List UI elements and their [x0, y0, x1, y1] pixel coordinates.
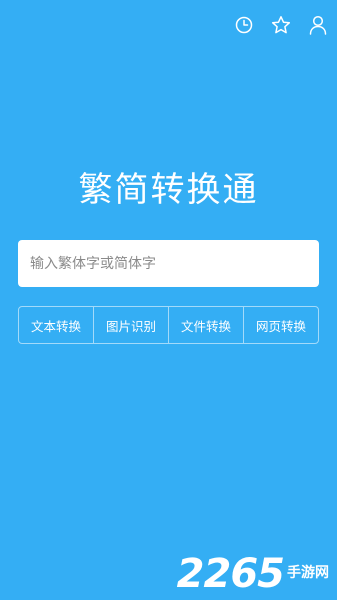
search-box[interactable]	[18, 240, 319, 287]
tab-text-conversion[interactable]: 文本转换	[19, 307, 94, 343]
tab-webpage-conversion[interactable]: 网页转换	[244, 307, 318, 343]
watermark-number: 2265	[176, 551, 285, 597]
tab-file-conversion[interactable]: 文件转换	[169, 307, 244, 343]
favorite-star-icon[interactable]	[270, 14, 292, 36]
watermark-logo: 2265 手游网	[177, 554, 329, 594]
app-title: 繁简转换通	[78, 170, 259, 210]
watermark-text: 手游网	[287, 565, 329, 581]
user-profile-icon[interactable]	[307, 14, 329, 36]
top-toolbar	[233, 14, 329, 36]
search-input[interactable]	[28, 254, 309, 273]
conversion-mode-tabs: 文本转换 图片识别 文件转换 网页转换	[18, 306, 319, 344]
tab-image-recognition[interactable]: 图片识别	[94, 307, 169, 343]
history-icon[interactable]	[233, 14, 255, 36]
